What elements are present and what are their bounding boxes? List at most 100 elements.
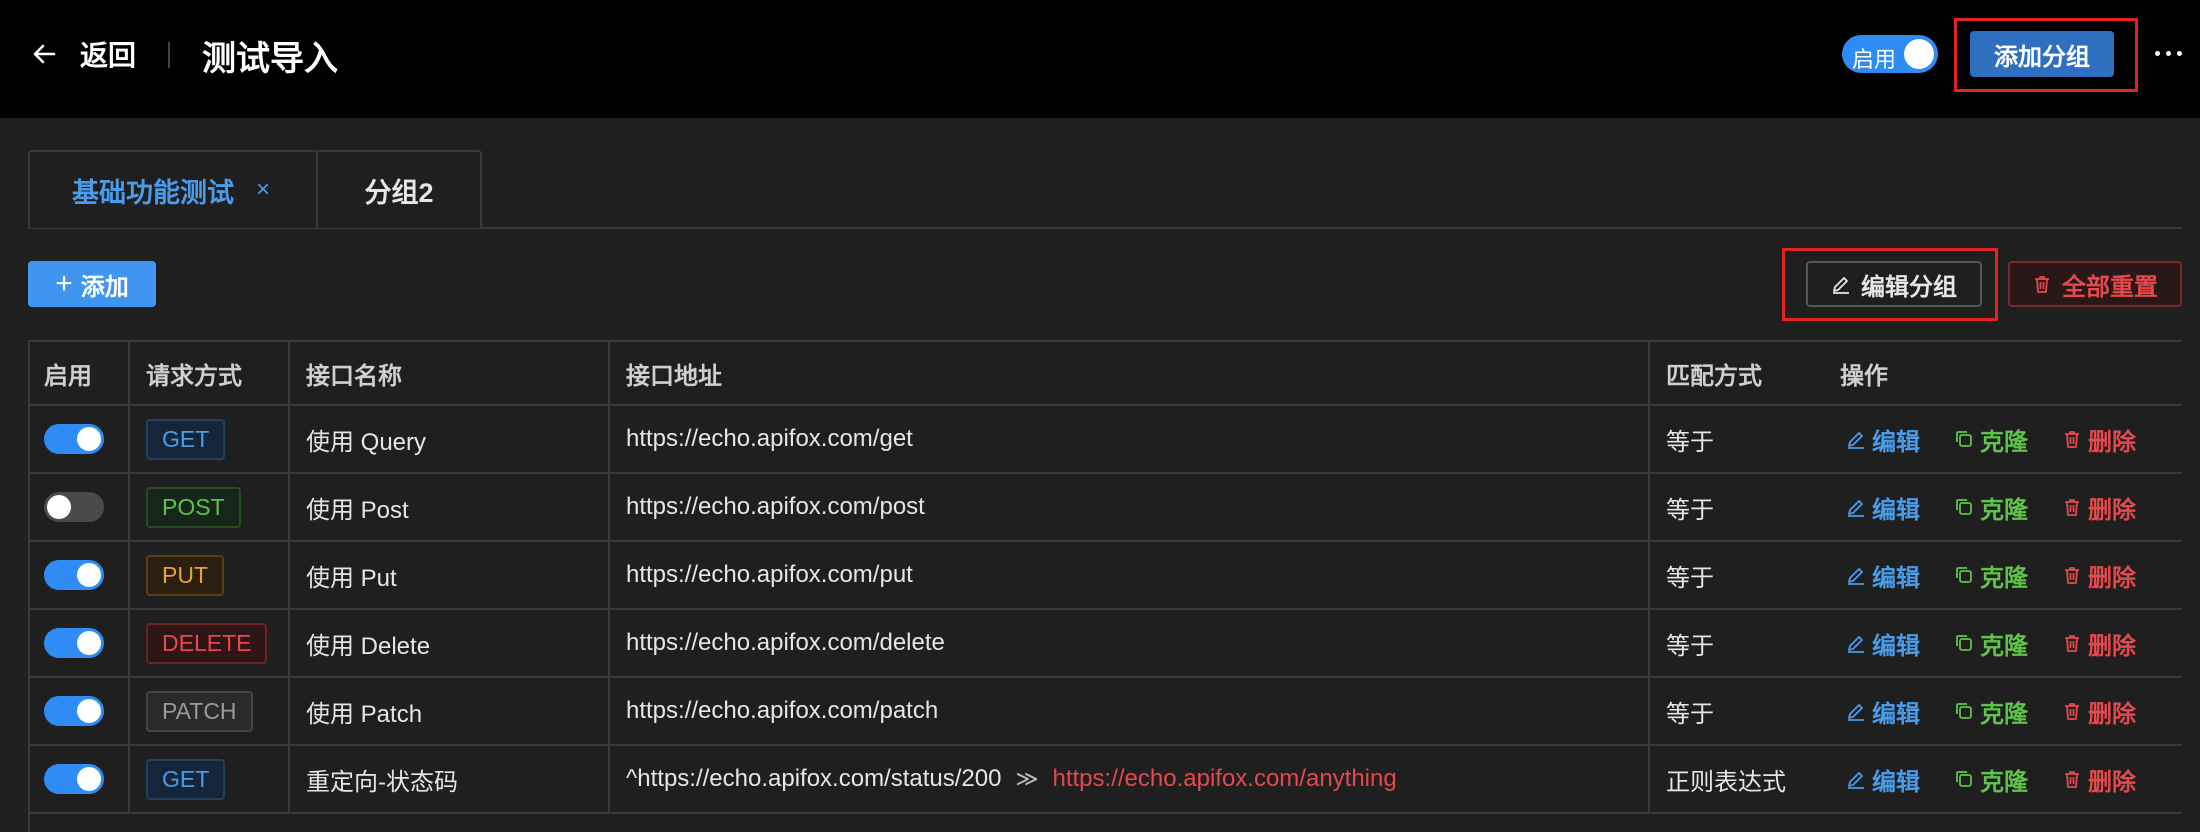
delete-action[interactable]: 删除 <box>2062 762 2136 797</box>
toggle-knob <box>47 495 71 519</box>
interface-url: https://echo.apifox.com/put <box>626 561 913 588</box>
toggle-knob <box>1904 39 1934 69</box>
add-group-button[interactable]: 添加分组 <box>1970 31 2114 77</box>
tab-close-icon[interactable]: × <box>256 176 270 204</box>
row-enable-toggle[interactable] <box>44 492 104 522</box>
clone-label: 克隆 <box>1980 700 2028 728</box>
clone-label: 克隆 <box>1980 632 2028 660</box>
copy-icon <box>1956 499 1972 515</box>
trash-icon <box>2065 431 2079 448</box>
back-arrow-icon[interactable] <box>28 38 60 70</box>
top-bar: 返回 测试导入 启用 添加分组 <box>0 0 2200 118</box>
clone-label: 克隆 <box>1980 496 2028 524</box>
delete-label: 删除 <box>2088 428 2136 456</box>
title-divider <box>168 42 170 68</box>
toggle-knob <box>77 563 101 587</box>
match-type: 等于 <box>1666 428 1714 456</box>
row-enable-toggle[interactable] <box>44 764 104 794</box>
tab-label: 基础功能测试 <box>72 177 234 208</box>
edit-action[interactable]: 编辑 <box>1846 422 1920 457</box>
redirect-arrow-icon: ≫ <box>1015 766 1039 791</box>
interface-name: 使用 Patch <box>306 700 423 728</box>
toggle-knob <box>77 767 101 791</box>
delete-action[interactable]: 删除 <box>2062 490 2136 525</box>
table-row: GET 使用 Query https://echo.apifox.com/get… <box>30 406 2182 474</box>
delete-label: 删除 <box>2088 700 2136 728</box>
header-enabled: 启用 <box>44 362 92 390</box>
delete-action[interactable]: 删除 <box>2062 626 2136 661</box>
edit-action[interactable]: 编辑 <box>1846 762 1920 797</box>
method-tag: GET <box>146 758 226 800</box>
toggle-knob <box>77 427 101 451</box>
match-type: 等于 <box>1666 700 1714 728</box>
edit-label: 编辑 <box>1872 428 1920 456</box>
copy-icon <box>1956 567 1972 583</box>
trash-icon <box>2065 703 2079 720</box>
table-header-row: 启用 请求方式 接口名称 接口地址 匹配方式 操作 <box>30 342 2182 406</box>
delete-action[interactable]: 删除 <box>2062 558 2136 593</box>
clone-action[interactable]: 克隆 <box>1954 558 2028 593</box>
clone-action[interactable]: 克隆 <box>1954 762 2028 797</box>
table-row: GET 重定向-状态码 ^https://echo.apifox.com/sta… <box>30 746 2182 814</box>
tab-basic-tests[interactable]: 基础功能测试 × <box>28 150 318 228</box>
header-method: 请求方式 <box>146 362 242 390</box>
edit-group-label: 编辑分组 <box>1861 273 1957 301</box>
plus-icon: + <box>55 267 73 300</box>
trash-icon <box>2065 499 2079 516</box>
delete-label: 删除 <box>2088 564 2136 592</box>
header-name: 接口名称 <box>306 362 402 390</box>
trash-icon <box>2065 635 2079 652</box>
pencil-icon <box>1833 277 1849 294</box>
method-tag: POST <box>146 486 241 528</box>
clone-label: 克隆 <box>1980 564 2028 592</box>
reset-all-label: 全部重置 <box>2062 273 2158 301</box>
row-enable-toggle[interactable] <box>44 628 104 658</box>
row-enable-toggle[interactable] <box>44 696 104 726</box>
header-url: 接口地址 <box>626 362 722 390</box>
tab-group-2[interactable]: 分组2 <box>316 150 482 228</box>
table-row: PUT 使用 Put https://echo.apifox.com/put 等… <box>30 542 2182 610</box>
clone-label: 克隆 <box>1980 768 2028 796</box>
match-type: 正则表达式 <box>1666 768 1786 796</box>
method-tag: PATCH <box>146 690 253 732</box>
reset-all-button[interactable]: 全部重置 <box>2008 261 2182 307</box>
clone-action[interactable]: 克隆 <box>1954 694 2028 729</box>
copy-icon <box>1956 431 1972 447</box>
edit-action[interactable]: 编辑 <box>1846 490 1920 525</box>
enable-toggle[interactable]: 启用 <box>1842 35 1938 73</box>
back-button[interactable]: 返回 <box>80 34 136 74</box>
delete-action[interactable]: 删除 <box>2062 422 2136 457</box>
table-row: PATCH 使用 Patch https://echo.apifox.com/p… <box>30 678 2182 746</box>
edit-label: 编辑 <box>1872 700 1920 728</box>
delete-action[interactable]: 删除 <box>2062 694 2136 729</box>
clone-action[interactable]: 克隆 <box>1954 490 2028 525</box>
edit-action[interactable]: 编辑 <box>1846 558 1920 593</box>
edit-action[interactable]: 编辑 <box>1846 694 1920 729</box>
interface-url: https://echo.apifox.com/patch <box>626 697 939 724</box>
row-enable-toggle[interactable] <box>44 424 104 454</box>
header-actions: 操作 <box>1840 362 1888 390</box>
tab-label: 分组2 <box>364 177 434 208</box>
pencil-icon <box>1848 568 1864 585</box>
method-tag: DELETE <box>146 622 268 664</box>
match-type: 等于 <box>1666 564 1714 592</box>
row-enable-toggle[interactable] <box>44 560 104 590</box>
header-match: 匹配方式 <box>1666 362 1762 390</box>
more-options-icon[interactable] <box>2152 36 2186 70</box>
edit-label: 编辑 <box>1872 496 1920 524</box>
pencil-icon <box>1848 636 1864 653</box>
pencil-icon <box>1848 704 1864 721</box>
pencil-icon <box>1848 772 1864 789</box>
add-button[interactable]: + 添加 <box>28 261 156 307</box>
table-row: POST 使用 Post https://echo.apifox.com/pos… <box>30 474 2182 542</box>
method-tag: PUT <box>146 554 224 596</box>
edit-action[interactable]: 编辑 <box>1846 626 1920 661</box>
pencil-icon <box>1848 432 1864 449</box>
url-pattern: ^https://echo.apifox.com/status/200 <box>626 765 1002 792</box>
clone-action[interactable]: 克隆 <box>1954 422 2028 457</box>
clone-action[interactable]: 克隆 <box>1954 626 2028 661</box>
interface-name: 使用 Delete <box>306 632 431 660</box>
edit-group-button[interactable]: 编辑分组 <box>1806 261 1982 307</box>
trash-icon <box>2035 276 2049 293</box>
interface-url: https://echo.apifox.com/delete <box>626 629 945 656</box>
